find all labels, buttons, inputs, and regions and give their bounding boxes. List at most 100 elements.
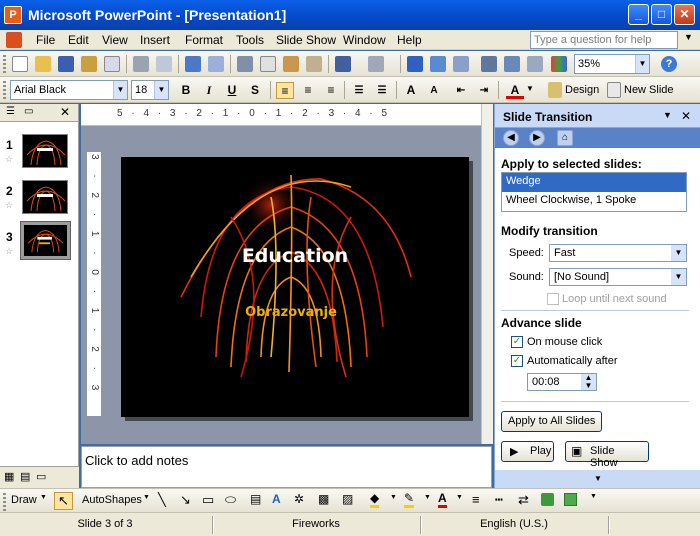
on-mouse-click-checkbox[interactable]: ✓ [511,336,523,348]
table-icon[interactable] [430,56,446,72]
toolbar-grip[interactable] [3,55,6,73]
toolbar-grip[interactable] [3,81,6,99]
slide-canvas[interactable]: Education Obrazovanje [121,157,469,417]
chevron-down-icon[interactable]: ▼ [143,494,150,501]
spelling-icon[interactable] [185,56,201,72]
undo-icon[interactable] [335,56,351,72]
increase-font-button[interactable]: A [402,82,420,99]
menu-format[interactable]: Format [185,33,223,47]
automatically-after-checkbox[interactable]: ✓ [511,355,523,367]
fill-color-icon[interactable]: ◆ [370,491,380,508]
show-formatting-icon[interactable] [504,56,520,72]
copy-icon[interactable] [260,56,276,72]
minimize-button[interactable]: _ [628,4,649,25]
select-pointer-icon[interactable]: ↖ [54,492,73,510]
email-icon[interactable] [104,56,120,72]
new-slide-button[interactable]: New Slide [624,84,674,96]
italic-button[interactable]: I [200,82,218,99]
3d-style-icon[interactable] [564,493,577,506]
clip-art-icon[interactable]: ▩ [318,492,329,506]
research-icon[interactable] [208,56,224,72]
help-search-input[interactable]: Type a question for help [530,31,678,49]
transition-list[interactable]: Wedge Wheel Clockwise, 1 Spoke [501,172,687,212]
slide-thumbnail-2[interactable] [22,180,68,214]
format-painter-icon[interactable] [306,56,322,72]
print-icon[interactable] [133,56,149,72]
slide-thumbnail-1[interactable] [22,134,68,168]
draw-font-color-icon[interactable]: A [438,491,447,508]
spinner-arrows-icon[interactable]: ▲ ▼ [581,374,596,390]
slide-subtitle[interactable]: Obrazovanje [121,305,461,320]
color-grayscale-icon[interactable] [551,56,567,72]
loop-checkbox[interactable] [547,293,559,305]
transition-star-icon[interactable]: ☆ [5,154,13,165]
design-button[interactable]: Design [565,84,599,96]
chart-icon[interactable] [407,56,423,72]
normal-view-icon[interactable]: ▦ [4,470,14,483]
transition-star-icon[interactable]: ☆ [5,200,13,211]
draw-menu-button[interactable]: Draw [11,494,37,506]
menu-insert[interactable]: Insert [140,33,170,47]
help-icon[interactable]: ? [661,56,677,72]
new-icon[interactable] [12,56,28,72]
task-pane-scroll-down[interactable]: ▼ [495,470,700,488]
close-button[interactable]: ✕ [674,4,695,25]
permission-icon[interactable] [81,56,97,72]
notes-pane[interactable]: Click to add notes [81,446,492,488]
slide-thumbnail-3[interactable] [20,221,71,260]
chevron-down-icon[interactable]: ▼ [40,494,47,501]
slide-show-icon[interactable]: ▭ [36,470,46,483]
open-icon[interactable] [35,56,51,72]
menu-file[interactable]: File [36,33,55,47]
apply-to-all-slides-button[interactable]: Apply to All Slides [501,411,603,432]
slides-tab[interactable]: ▭ [24,106,33,117]
slide-vertical-scrollbar[interactable] [481,104,493,444]
slide-title[interactable]: Education [121,245,469,267]
dash-style-icon[interactable]: ┅ [495,492,503,508]
speed-select[interactable]: Fast ▼ [549,244,687,262]
forward-icon[interactable]: ▶ [529,130,545,146]
powerpoint-app-icon[interactable]: P [4,6,22,24]
underline-button[interactable]: U [223,82,241,99]
auto-time-spinner[interactable]: 00:08 ▲ ▼ [527,373,597,391]
menu-tools[interactable]: Tools [236,33,264,47]
menu-help[interactable]: Help [397,33,422,47]
print-preview-icon[interactable] [156,56,172,72]
chevron-down-icon[interactable]: ▼ [663,110,672,120]
font-select[interactable]: Arial Black ▼ [10,80,128,100]
menu-edit[interactable]: Edit [68,33,89,47]
bullets-button[interactable]: ☰ [373,82,391,99]
shadow-button[interactable]: S [246,82,264,99]
picture-icon[interactable]: ▨ [342,492,353,506]
arrow-icon[interactable]: ↘ [180,492,191,508]
menu-view[interactable]: View [102,33,128,47]
chevron-down-icon[interactable]: ▼ [456,494,463,501]
play-button[interactable]: ▶ Play [501,441,554,462]
align-center-button[interactable]: ≡ [299,82,317,99]
sound-select[interactable]: [No Sound] ▼ [549,268,687,286]
line-color-icon[interactable]: ✎ [404,491,415,508]
save-icon[interactable] [58,56,74,72]
align-right-button[interactable]: ≡ [322,82,340,99]
outline-tab[interactable]: ☰ [6,106,15,117]
back-icon[interactable]: ◀ [503,130,519,146]
rectangle-icon[interactable]: ▭ [202,492,214,508]
line-style-icon[interactable]: ≡ [472,492,480,507]
line-icon[interactable]: ╲ [158,492,166,508]
home-icon[interactable]: ⌂ [557,130,573,146]
toolbar-options-icon[interactable]: ▼ [590,493,597,500]
close-pane-icon[interactable]: ✕ [60,105,70,119]
autoshapes-menu-button[interactable]: AutoShapes [82,494,142,506]
decrease-font-button[interactable]: A [425,82,443,99]
redo-icon[interactable] [368,56,384,72]
transition-star-icon[interactable]: ☆ [5,246,13,257]
document-icon[interactable] [6,32,22,48]
chevron-down-icon[interactable]: ▼ [390,494,397,501]
grid-icon[interactable] [527,56,543,72]
expand-all-icon[interactable] [481,56,497,72]
menu-window[interactable]: Window [343,33,386,47]
arrow-style-icon[interactable]: ⇄ [518,492,529,508]
maximize-button[interactable]: □ [651,4,672,25]
chevron-down-icon[interactable]: ▼ [424,494,431,501]
diagram-icon[interactable]: ✲ [294,492,304,506]
